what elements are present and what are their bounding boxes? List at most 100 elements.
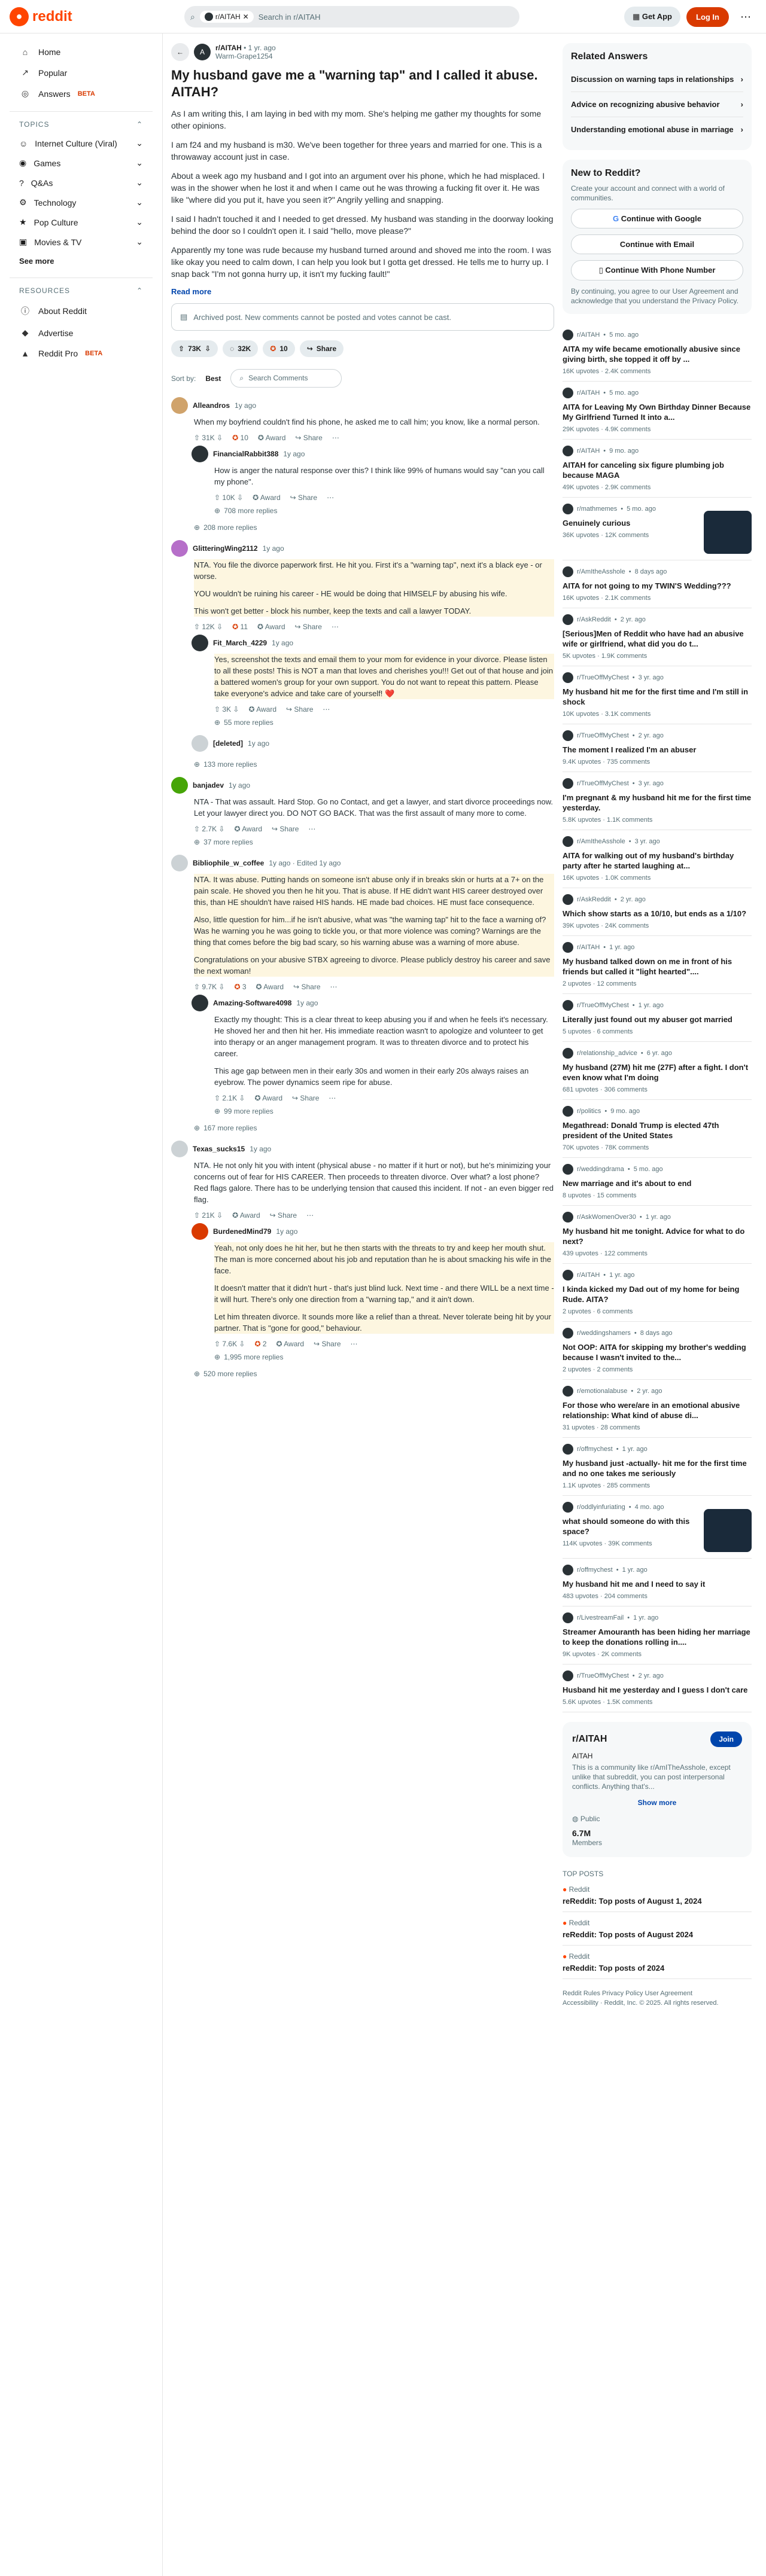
comment-search-input[interactable]: ⌕ Search Comments [230,369,342,388]
topics-header[interactable]: TOPICS ⌃ [10,111,153,133]
more-replies-link[interactable]: ⊕ 208 more replies [194,523,554,532]
comment-author[interactable]: [deleted] [213,739,243,748]
share-button[interactable]: ↪ Share [272,825,299,833]
top-post-item[interactable]: ● Reddit reReddit: Top posts of 2024 [563,1946,752,1979]
vote-bar[interactable]: ⇧ 73K ⇩ [171,340,218,357]
topic-item[interactable]: ? Q&As ⌄ [10,173,153,193]
user-avatar[interactable] [171,1141,188,1157]
google-button[interactable]: G Continue with Google [571,209,743,228]
feed-post[interactable]: r/AITAH • 1 yr. ago I kinda kicked my Dad o… [563,1264,752,1322]
award-button[interactable]: ✪ Award [232,1211,260,1220]
comment-more-icon[interactable]: ⋯ [327,493,334,502]
topic-item[interactable]: ☺ Internet Culture (Viral) ⌄ [10,133,153,153]
feed-post[interactable]: r/AmItheAsshole • 8 days ago AITA for not g… [563,560,752,608]
user-avatar[interactable] [192,446,208,462]
comments-button[interactable]: ◌ 32K [223,340,259,357]
feed-post[interactable]: r/AITAH • 5 mo. ago AITA my wife became emo… [563,324,752,382]
get-app-button[interactable]: ▦ Get App [624,7,680,27]
search-input[interactable]: Search in r/AITAH [259,13,321,22]
read-more-button[interactable]: Read more [171,287,554,296]
share-button[interactable]: ↪ Share [293,983,320,991]
more-replies-link[interactable]: ⊕ 133 more replies [194,760,554,769]
back-button[interactable]: ← [171,43,189,61]
award-button[interactable]: ✪ Award [234,825,262,833]
award-button[interactable]: ✪ Award [248,705,276,714]
topic-item[interactable]: ▣ Movies & TV ⌄ [10,232,153,252]
show-more-link[interactable]: Show more [572,1798,742,1807]
resource-item[interactable]: ◆ Advertise [10,322,153,343]
share-button[interactable]: ↪ Share [290,493,317,502]
comment-vote[interactable]: ⇧ 2.1K ⇩ [214,1094,245,1102]
more-replies-link[interactable]: ⊕ 167 more replies [194,1124,554,1132]
user-avatar[interactable] [171,855,188,871]
reddit-logo[interactable]: ● reddit [10,7,72,26]
feed-post[interactable]: r/LivestreamFail • 1 yr. ago Streamer Amour… [563,1606,752,1665]
comment-awards[interactable]: ✪ 3 [234,983,246,991]
login-button[interactable]: Log In [686,7,729,27]
awards-button[interactable]: ✪ 10 [263,340,295,357]
comment-vote[interactable]: ⇧ 21K ⇩ [194,1211,223,1220]
phone-button[interactable]: ▯ Continue With Phone Number [571,260,743,281]
topic-item[interactable]: ⚙ Technology ⌄ [10,193,153,212]
user-avatar[interactable] [192,995,208,1011]
feed-post[interactable]: r/TrueOffMyChest • 3 yr. ago I'm pregnant &… [563,772,752,830]
comment-author[interactable]: Amazing-Software4098 [213,999,291,1007]
search-bar[interactable]: ⌕ r/AITAH ✕ Search in r/AITAH [184,6,519,28]
award-button[interactable]: ✪ Award [254,1094,282,1102]
comment-vote[interactable]: ⇧ 9.7K ⇩ [194,983,224,991]
comment-vote[interactable]: ⇧ 12K ⇩ [194,623,223,631]
comment-author[interactable]: banjadev [193,781,224,789]
see-more-link[interactable]: See more [10,252,153,270]
user-avatar[interactable] [192,635,208,651]
share-button[interactable]: ↪ Share [295,434,322,442]
feed-post[interactable]: r/relationship_advice • 6 yr. ago My husban… [563,1042,752,1100]
comment-more-icon[interactable]: ⋯ [332,623,339,631]
share-button[interactable]: ↪ Share [270,1211,297,1220]
email-button[interactable]: Continue with Email [571,234,743,254]
post-author[interactable]: Warm-Grape1254 [215,52,276,60]
award-button[interactable]: ✪ Award [276,1340,305,1348]
share-button[interactable]: ↪ Share [295,623,322,631]
comment-more-icon[interactable]: ⋯ [332,434,339,442]
comment-author[interactable]: BurdenedMind79 [213,1227,271,1236]
award-button[interactable]: ✪ Award [258,434,286,442]
more-replies-link[interactable]: ⊕ 99 more replies [214,1107,554,1115]
comment-vote[interactable]: ⇧ 7.6K ⇩ [214,1340,245,1348]
user-avatar[interactable] [171,397,188,414]
topic-item[interactable]: ◉ Games ⌄ [10,153,153,173]
topic-item[interactable]: ★ Pop Culture ⌄ [10,212,153,232]
feed-post[interactable]: r/AskWomenOver30 • 1 yr. ago My husband hit… [563,1206,752,1264]
user-avatar[interactable] [171,540,188,557]
user-avatar[interactable] [192,735,208,752]
nav-popular[interactable]: ↗ Popular [10,62,153,83]
resources-header[interactable]: RESOURCES ⌃ [10,278,153,300]
resource-item[interactable]: ⓘ About Reddit [10,300,153,322]
comment-author[interactable]: Bibliophile_w_coffee [193,859,264,867]
feed-post[interactable]: r/emotionalabuse • 2 yr. ago For those who … [563,1380,752,1438]
more-replies-link[interactable]: ⊕ 708 more replies [214,507,554,515]
comment-more-icon[interactable]: ⋯ [323,705,330,714]
top-post-item[interactable]: ● Reddit reReddit: Top posts of August 1,… [563,1879,752,1912]
chip-close-icon[interactable]: ✕ [243,13,249,21]
sort-dropdown[interactable]: Best [205,374,221,383]
more-replies-link[interactable]: ⊕ 1,995 more replies [214,1353,554,1361]
join-button[interactable]: Join [710,1731,742,1747]
feed-post[interactable]: r/AITAH • 1 yr. ago My husband talked down … [563,936,752,994]
comment-awards[interactable]: ✪ 11 [232,623,248,631]
more-replies-link[interactable]: ⊕ 520 more replies [194,1370,554,1378]
comment-vote[interactable]: ⇧ 10K ⇩ [214,493,243,502]
comment-awards[interactable]: ✪ 10 [232,434,248,442]
comment-author[interactable]: GlitteringWing2112 [193,544,258,553]
subreddit-chip[interactable]: r/AITAH ✕ [199,11,254,23]
user-avatar[interactable] [171,777,188,794]
share-button[interactable]: ↪ Share [286,705,313,714]
comment-vote[interactable]: ⇧ 2.7K ⇩ [194,825,224,833]
related-answer-item[interactable]: Understanding emotional abuse in marriag… [571,117,743,142]
share-button[interactable]: ↪ Share [314,1340,341,1348]
more-replies-link[interactable]: ⊕ 55 more replies [214,718,554,727]
comment-author[interactable]: Texas_sucks15 [193,1145,245,1153]
comment-more-icon[interactable]: ⋯ [329,1094,336,1102]
user-avatar[interactable] [192,1223,208,1240]
comment-awards[interactable]: ✪ 2 [254,1340,266,1348]
feed-post[interactable]: r/weddingdrama • 5 mo. ago New marriage and… [563,1158,752,1206]
